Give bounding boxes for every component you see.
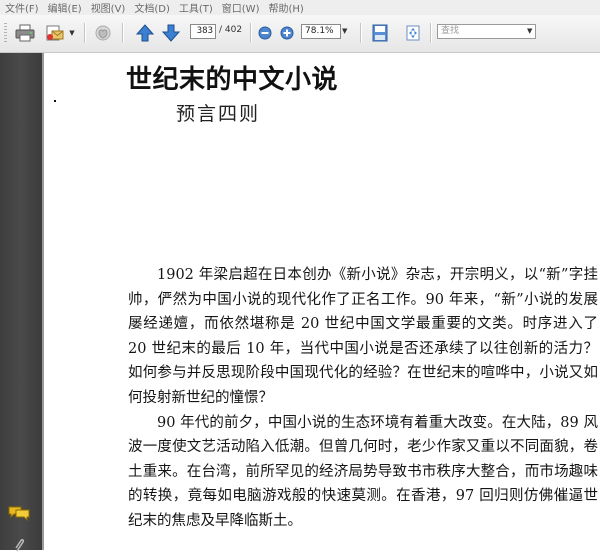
page-total: / 402 bbox=[219, 25, 243, 35]
toolbar-separator bbox=[250, 23, 251, 43]
attachment-button[interactable] bbox=[14, 537, 26, 556]
toolbar-separator bbox=[122, 23, 123, 43]
toolbar-grip[interactable] bbox=[4, 23, 7, 43]
fit-page-icon bbox=[406, 25, 420, 41]
prev-page-icon bbox=[136, 24, 154, 42]
page-mark bbox=[54, 100, 56, 102]
next-page-icon bbox=[162, 24, 180, 42]
page-number-input[interactable]: 383 bbox=[190, 24, 216, 39]
navigation-panel bbox=[0, 53, 42, 552]
fit-page-button[interactable] bbox=[402, 23, 424, 43]
menu-document[interactable]: 文档(D) bbox=[129, 0, 174, 15]
toolbar-separator bbox=[360, 23, 361, 43]
menu-edit[interactable]: 编辑(E) bbox=[43, 0, 86, 15]
comment-icon bbox=[8, 506, 30, 522]
zoom-out-icon bbox=[258, 26, 272, 40]
paragraph: 90 年代的前夕，中国小说的生态环境有着重大改变。在大陆，89 风波一度使文艺活… bbox=[128, 414, 598, 529]
toolbar-separator bbox=[430, 23, 431, 43]
email-button[interactable] bbox=[44, 23, 66, 43]
zoom-in-icon bbox=[280, 26, 294, 40]
menu-bar: 文件(F) 编辑(E) 视图(V) 文档(D) 工具(T) 窗口(W) 帮助(H… bbox=[0, 0, 600, 15]
menu-tools[interactable]: 工具(T) bbox=[174, 0, 217, 15]
document-subtitle: 预言四则 bbox=[176, 103, 261, 125]
hand-icon bbox=[95, 25, 111, 41]
menu-window[interactable]: 窗口(W) bbox=[217, 0, 264, 15]
next-page-button[interactable] bbox=[160, 23, 182, 43]
zoom-out-button[interactable] bbox=[256, 23, 274, 43]
document-page: 世纪末的中文小说 预言四则 1902 年梁启超在日本创办《新小说》杂志，开宗明义… bbox=[44, 53, 600, 550]
menu-file[interactable]: 文件(F) bbox=[0, 0, 43, 15]
hand-tool-button[interactable] bbox=[91, 23, 115, 43]
document-body: 1902 年梁启超在日本创办《新小说》杂志，开宗明义，以“新”字挂帅，俨然为中国… bbox=[128, 263, 598, 534]
search-input[interactable]: 查找 bbox=[437, 24, 536, 39]
menu-view[interactable]: 视图(V) bbox=[86, 0, 130, 15]
email-dropdown-arrow[interactable]: ▼ bbox=[67, 23, 77, 43]
zoom-in-button[interactable] bbox=[278, 23, 296, 43]
save-button[interactable] bbox=[369, 23, 391, 43]
print-icon bbox=[15, 24, 35, 42]
document-title: 世纪末的中文小说 bbox=[126, 65, 339, 95]
paragraph: 1902 年梁启超在日本创办《新小说》杂志，开宗明义，以“新”字挂帅，俨然为中国… bbox=[128, 267, 598, 406]
save-icon bbox=[372, 24, 388, 42]
toolbar-separator bbox=[84, 23, 85, 43]
comment-button[interactable] bbox=[8, 505, 30, 525]
toolbar: ▼ 383 / 402 78.1% ▼ 查找 ▼ bbox=[0, 15, 600, 53]
zoom-dropdown-arrow[interactable]: ▼ bbox=[342, 24, 351, 39]
search-dropdown-arrow[interactable]: ▼ bbox=[527, 24, 532, 39]
zoom-input[interactable]: 78.1% bbox=[301, 24, 341, 39]
prev-page-button[interactable] bbox=[134, 23, 156, 43]
print-button[interactable] bbox=[13, 23, 37, 43]
menu-help[interactable]: 帮助(H) bbox=[263, 0, 307, 15]
email-icon bbox=[46, 25, 64, 41]
